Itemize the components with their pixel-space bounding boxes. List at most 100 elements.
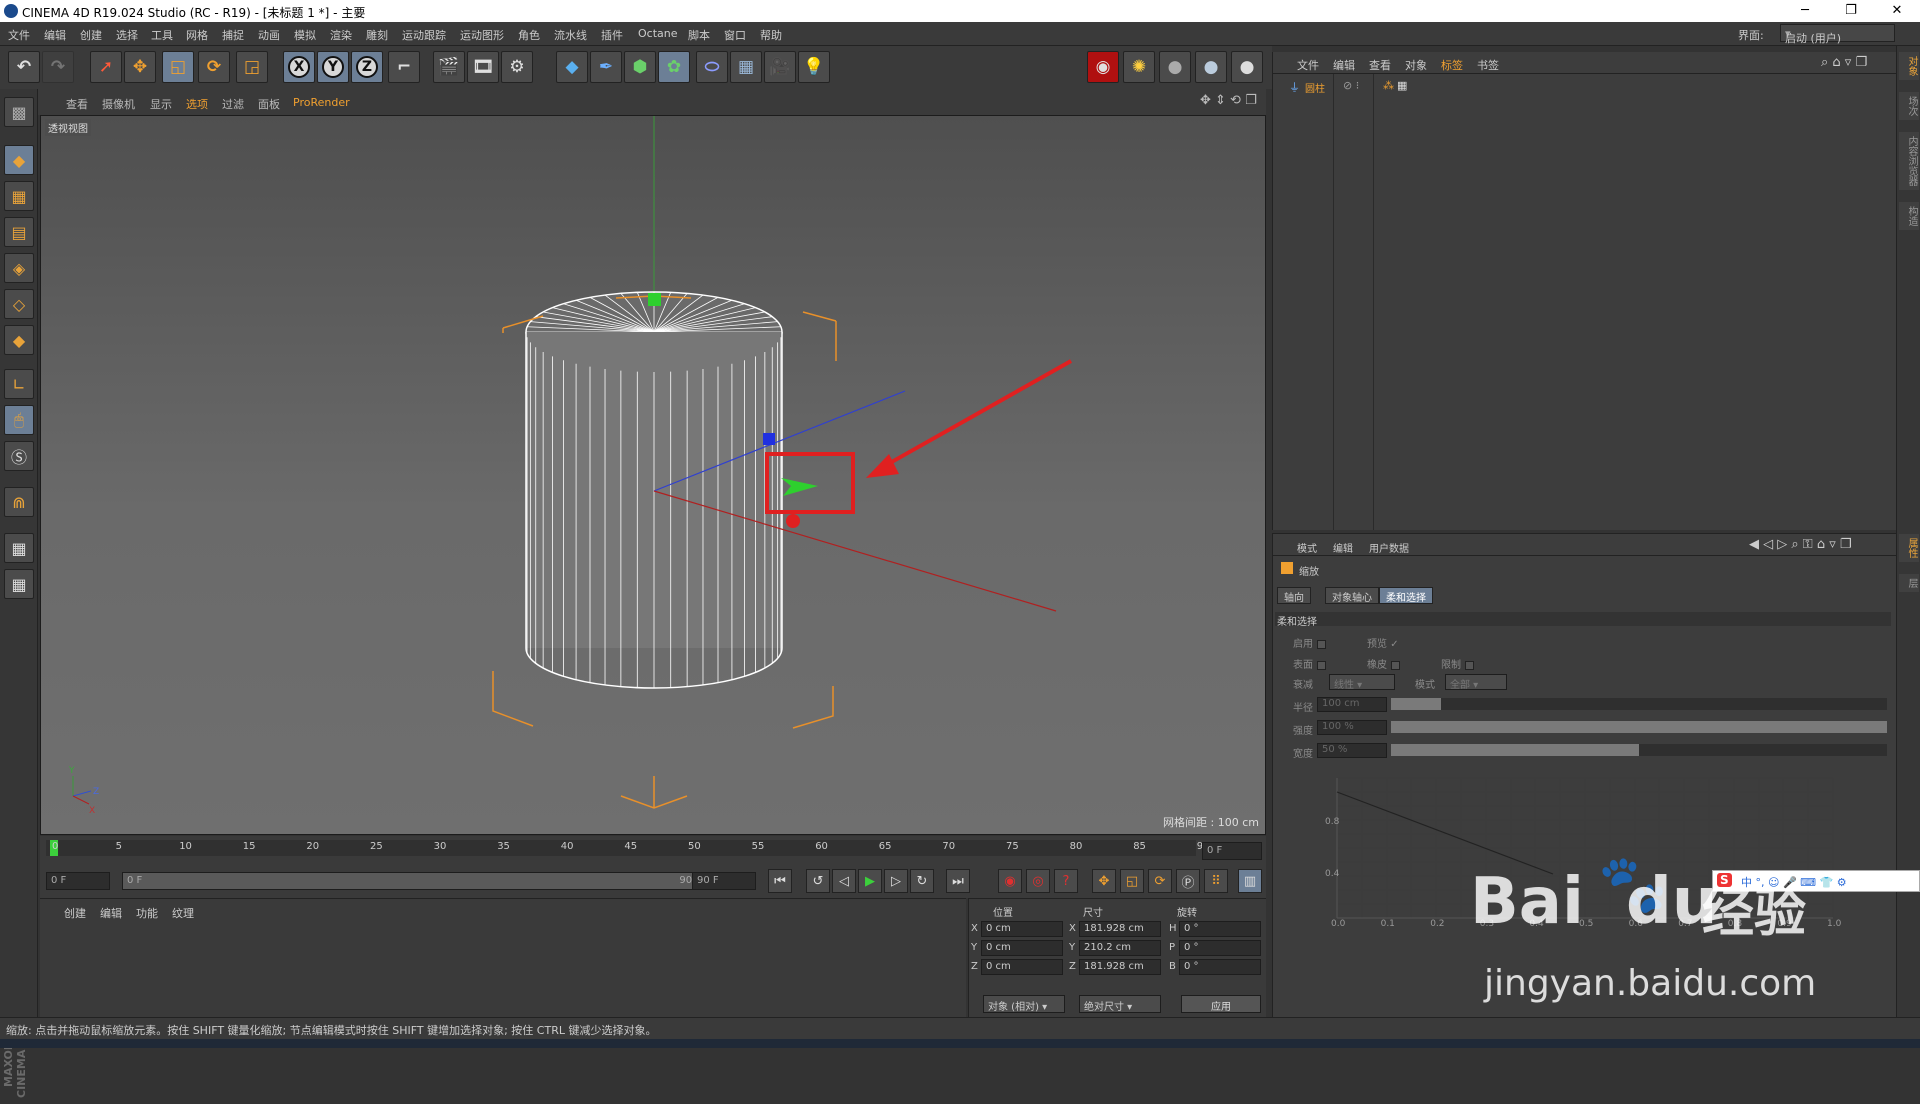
object-menu-bookmarks[interactable]: 书签 xyxy=(1477,57,1499,73)
render-settings-button[interactable]: ⚙ xyxy=(501,51,533,83)
menu-tools[interactable]: 工具 xyxy=(151,27,173,43)
key-rotation-button[interactable]: ⟳ xyxy=(1148,869,1172,893)
viewport-menu-options[interactable]: 选项 xyxy=(186,96,208,112)
strength-slider[interactable] xyxy=(1391,721,1887,733)
key-scale-button[interactable]: ◱ xyxy=(1120,869,1144,893)
close-button[interactable]: ✕ xyxy=(1874,0,1920,22)
restore-button[interactable]: ❐ xyxy=(1828,0,1874,22)
z-axis-lock-button[interactable]: Z xyxy=(351,51,383,83)
vtab-objects[interactable]: 对象 xyxy=(1899,52,1919,80)
previous-key-button[interactable]: ↺ xyxy=(806,869,830,893)
viewport-menu-prorender[interactable]: ProRender xyxy=(293,96,350,109)
octane-env-button[interactable]: ● xyxy=(1231,51,1263,83)
subdivision-button[interactable]: ⬢ xyxy=(624,51,656,83)
menu-script[interactable]: 脚本 xyxy=(688,27,710,43)
workplane-mode-button[interactable]: ▤ xyxy=(4,217,34,247)
vtab-content-browser[interactable]: 内容浏览器 xyxy=(1899,132,1919,190)
octane-glossy-button[interactable]: ● xyxy=(1195,51,1227,83)
menu-render[interactable]: 渲染 xyxy=(330,27,352,43)
next-key-button[interactable]: ↻ xyxy=(910,869,934,893)
menu-mograph[interactable]: 运动图形 xyxy=(460,27,504,43)
octane-render-button[interactable]: ◉ xyxy=(1087,51,1119,83)
phong-tag-icon[interactable]: ⁂ xyxy=(1383,79,1394,92)
timeline-track[interactable] xyxy=(46,840,1196,856)
next-frame-button[interactable]: ▷ xyxy=(884,869,908,893)
radius-slider[interactable] xyxy=(1391,698,1887,710)
coord-rotation-field[interactable]: 0 ° xyxy=(1179,940,1261,956)
planar-workplane-button[interactable]: ▦ xyxy=(4,569,34,599)
attr-menu-userdata[interactable]: 用户数据 xyxy=(1369,540,1409,555)
cloner-button[interactable]: ✿ xyxy=(658,51,690,83)
width-slider[interactable] xyxy=(1391,744,1887,756)
auto-key-button[interactable]: ◎ xyxy=(1026,869,1050,893)
attr-menu-mode[interactable]: 模式 xyxy=(1297,540,1317,555)
menu-motion-tracking[interactable]: 运动跟踪 xyxy=(402,27,446,43)
octane-material-button[interactable]: ● xyxy=(1159,51,1191,83)
move-tool-button[interactable]: ✥ xyxy=(124,51,156,83)
keyframe-selection-button[interactable]: ? xyxy=(1054,869,1078,893)
object-menu-tags[interactable]: 标签 xyxy=(1441,57,1463,73)
z-scale-handle[interactable] xyxy=(763,433,775,445)
menu-animate[interactable]: 动画 xyxy=(258,27,280,43)
coordinate-system-button[interactable]: ⌐ xyxy=(388,51,420,83)
enable-checkbox[interactable]: 启用 xyxy=(1293,635,1326,650)
axis-mode-button[interactable]: ∟ xyxy=(4,369,34,399)
tweak-mode-button[interactable]: 🖱 xyxy=(4,405,34,435)
coord-position-field[interactable]: 0 cm xyxy=(981,940,1063,956)
coord-size-field[interactable]: 210.2 cm xyxy=(1079,940,1161,956)
live-select-button[interactable]: ➚ xyxy=(90,51,122,83)
attr-tab-object-axis[interactable]: 对象轴心 xyxy=(1325,587,1379,604)
points-mode-button[interactable]: ◈ xyxy=(4,253,34,283)
object-manager-nav-icons[interactable]: ⌕ ⌂ ▿ ❐ xyxy=(1821,55,1867,70)
timeline-window-button[interactable]: ▥ xyxy=(1238,869,1262,893)
layout-select[interactable]: 启动 (用户) ▾ xyxy=(1780,24,1895,45)
menu-select[interactable]: 选择 xyxy=(116,27,138,43)
coord-position-field[interactable]: 0 cm xyxy=(981,959,1063,975)
falloff-select[interactable]: 线性 ▾ xyxy=(1329,674,1395,691)
octane-sun-button[interactable]: ✺ xyxy=(1123,51,1155,83)
key-position-button[interactable]: ✥ xyxy=(1092,869,1116,893)
recent-tool-button[interactable]: ◲ xyxy=(236,51,268,83)
redo-button[interactable]: ↷ xyxy=(42,51,74,83)
object-row-cylinder[interactable]: ⏚ 圆柱 ⊘ ⁝ ⁂ ▦ xyxy=(1277,78,1877,95)
attr-nav-icons[interactable]: ◀ ◁ ▷ ⌕ ⚿ ⌂ ▿ ❐ xyxy=(1749,537,1852,552)
viewport-menu-panel[interactable]: 面板 xyxy=(258,96,280,112)
mode-select[interactable]: 全部 ▾ xyxy=(1445,674,1507,691)
start-frame-field[interactable]: 0 F xyxy=(46,872,110,890)
menu-pipeline[interactable]: 流水线 xyxy=(554,27,587,43)
menu-octane[interactable]: Octane xyxy=(638,27,678,40)
y-scale-handle[interactable] xyxy=(648,293,661,306)
edges-mode-button[interactable]: ◇ xyxy=(4,289,34,319)
width-field[interactable]: 50 % xyxy=(1317,743,1387,758)
material-manager[interactable]: 创建 编辑 功能 纹理 xyxy=(40,898,966,1017)
menu-simulate[interactable]: 模拟 xyxy=(294,27,316,43)
deformer-button[interactable]: ⬭ xyxy=(696,51,728,83)
current-frame-field[interactable]: 0 F xyxy=(1202,842,1262,860)
floor-button[interactable]: ▦ xyxy=(730,51,762,83)
material-menu-create[interactable]: 创建 xyxy=(64,905,86,921)
coord-size-field[interactable]: 181.928 cm xyxy=(1079,959,1161,975)
preview-checkbox[interactable]: 预览 ✓ xyxy=(1367,635,1399,650)
viewport-menu-view[interactable]: 查看 xyxy=(66,96,88,112)
viewport-nav-icons[interactable]: ✥ ⇕ ⟲ ❐ xyxy=(1200,93,1257,108)
material-menu-texture[interactable]: 纹理 xyxy=(172,905,194,921)
snap-button[interactable]: Ⓢ xyxy=(4,441,34,471)
coord-rotation-field[interactable]: 0 ° xyxy=(1179,959,1261,975)
restrict-box[interactable] xyxy=(1465,660,1474,670)
strength-field[interactable]: 100 % xyxy=(1317,720,1387,735)
scale-tool-button[interactable]: ◱ xyxy=(162,51,194,83)
menu-window[interactable]: 窗口 xyxy=(724,27,746,43)
menu-sculpt[interactable]: 雕刻 xyxy=(366,27,388,43)
menu-help[interactable]: 帮助 xyxy=(760,27,782,43)
go-to-start-button[interactable]: ⏮ xyxy=(768,869,792,893)
perspective-viewport[interactable]: 透视视图 Y Z X 网格间距: 100 cm xyxy=(40,115,1266,835)
viewport-menu-filter[interactable]: 过滤 xyxy=(222,96,244,112)
menu-edit[interactable]: 编辑 xyxy=(44,27,66,43)
vtab-attributes[interactable]: 属性 xyxy=(1899,534,1919,562)
x-scale-handle[interactable] xyxy=(786,514,800,528)
camera-button[interactable]: 🎥 xyxy=(764,51,796,83)
attr-tab-soft-selection[interactable]: 柔和选择 xyxy=(1379,587,1433,604)
menu-plugins[interactable]: 插件 xyxy=(601,27,623,43)
model-mode-button[interactable]: ◆ xyxy=(4,145,34,175)
previous-frame-button[interactable]: ◁ xyxy=(832,869,856,893)
